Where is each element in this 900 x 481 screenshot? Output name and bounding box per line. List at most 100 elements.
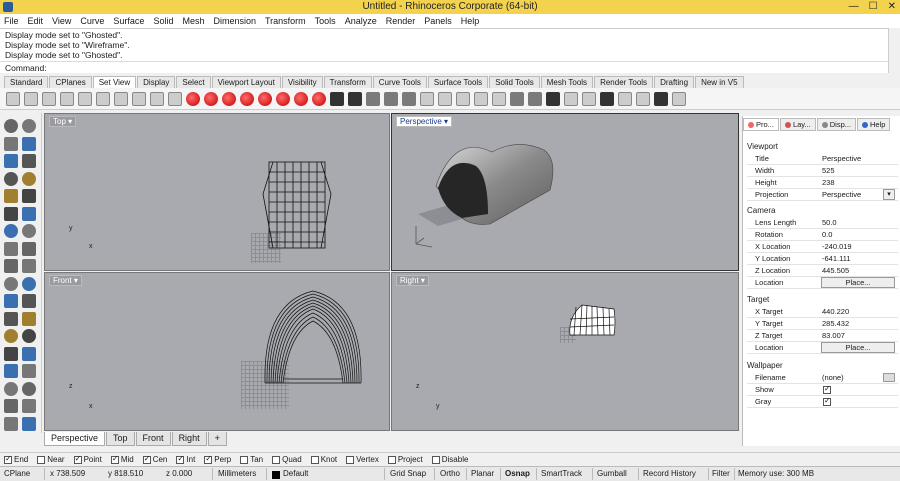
set-camera-icon[interactable]: [366, 91, 380, 106]
tab-standard[interactable]: Standard: [4, 76, 49, 88]
undo-view-icon[interactable]: [132, 91, 146, 106]
text-tool-icon[interactable]: [22, 399, 36, 413]
ellipse-tool-icon[interactable]: [4, 171, 18, 186]
tab-help[interactable]: Help: [857, 118, 891, 131]
fly-icon[interactable]: [672, 91, 686, 106]
tab-cplanes[interactable]: CPlanes: [49, 76, 92, 88]
redo-view-icon[interactable]: [150, 91, 164, 106]
add-viewport-tab-icon[interactable]: +: [207, 432, 227, 446]
offset-tool-icon[interactable]: [22, 206, 36, 221]
transform-tool-icon[interactable]: [4, 294, 18, 308]
camera-icon[interactable]: [348, 91, 362, 106]
viewport-properties-icon[interactable]: [438, 91, 452, 106]
lens-length-icon[interactable]: [636, 91, 650, 106]
tab-layers[interactable]: Lay...: [779, 118, 816, 131]
flyby-icon[interactable]: [582, 91, 596, 106]
target-icon[interactable]: [474, 91, 488, 106]
osnap-end[interactable]: End: [4, 454, 28, 464]
split-tool-icon[interactable]: [4, 381, 18, 396]
wallpaper-browse-button[interactable]: [883, 373, 895, 382]
tab-surface-tools[interactable]: Surface Tools: [427, 76, 489, 88]
osnap-tan[interactable]: Tan: [240, 455, 263, 464]
vp-tab-perspective[interactable]: Perspective: [44, 432, 106, 446]
front-view-icon[interactable]: [276, 91, 290, 106]
tab-properties[interactable]: Pro...: [743, 118, 779, 131]
group-tool-icon[interactable]: [22, 381, 36, 396]
array-tool-icon[interactable]: [4, 346, 18, 361]
extrude-tool-icon[interactable]: [4, 241, 18, 256]
right-view-icon[interactable]: [258, 91, 272, 106]
join-tool-icon[interactable]: [22, 346, 36, 361]
back-view-icon[interactable]: [294, 91, 308, 106]
layer-color-swatch[interactable]: [272, 471, 280, 479]
maximize-button[interactable]: ☐: [869, 1, 878, 12]
rotate-view-icon[interactable]: [24, 91, 38, 106]
set-target-icon[interactable]: [384, 91, 398, 106]
swap-icon[interactable]: [600, 91, 614, 106]
polygon-tool-icon[interactable]: [4, 189, 18, 203]
osnap-perp[interactable]: Perp: [204, 454, 231, 464]
free-form-tool-icon[interactable]: [22, 189, 36, 203]
menu-panels[interactable]: Panels: [424, 16, 452, 26]
smarttrack-toggle[interactable]: SmartTrack: [541, 469, 582, 478]
tab-display[interactable]: Display: [137, 76, 176, 88]
perspective-view-icon[interactable]: [312, 91, 326, 106]
boolean-tool-icon[interactable]: [4, 276, 18, 291]
menu-transform[interactable]: Transform: [265, 16, 306, 26]
ortho-toggle[interactable]: Ortho: [440, 469, 460, 478]
osnap-quad[interactable]: Quad: [272, 455, 302, 464]
copy-tool-icon[interactable]: [4, 311, 18, 326]
zoom-selected-icon[interactable]: [78, 91, 92, 106]
menu-help[interactable]: Help: [461, 16, 480, 26]
revolve-tool-icon[interactable]: [4, 259, 18, 273]
layout-tool-icon[interactable]: [22, 416, 36, 431]
loft-tool-icon[interactable]: [22, 241, 36, 256]
tab-viewport-layout[interactable]: Viewport Layout: [211, 76, 281, 88]
command-scrollbar[interactable]: [888, 28, 900, 73]
menu-edit[interactable]: Edit: [28, 16, 44, 26]
parallel-view-icon[interactable]: [420, 91, 434, 106]
zoom-window-icon[interactable]: [42, 91, 56, 106]
vp-tab-right[interactable]: Right: [171, 432, 207, 446]
hatch-tool-icon[interactable]: [4, 416, 18, 431]
pan-icon[interactable]: [6, 91, 20, 106]
set-view-icon[interactable]: [492, 91, 506, 106]
top-viewport[interactable]: Top ▾ y x: [44, 113, 390, 271]
tab-transform[interactable]: Transform: [323, 76, 372, 88]
osnap-point[interactable]: Point: [73, 454, 102, 464]
tab-curve-tools[interactable]: Curve Tools: [372, 76, 427, 88]
curve-tool-icon[interactable]: [22, 136, 36, 151]
dolly-icon[interactable]: [510, 91, 524, 106]
menu-tools[interactable]: Tools: [315, 16, 336, 26]
walkabout-icon[interactable]: [564, 91, 578, 106]
wallpaper-show-checkbox[interactable]: [823, 384, 831, 394]
camera-place-button[interactable]: Place...: [821, 277, 895, 288]
tab-solid-tools[interactable]: Solid Tools: [489, 76, 540, 88]
left-view-icon[interactable]: [240, 91, 254, 106]
turntable-icon[interactable]: [528, 91, 542, 106]
scale-tool-icon[interactable]: [4, 329, 18, 343]
named-view-icon[interactable]: [186, 91, 200, 106]
tab-set-view[interactable]: Set View: [92, 76, 137, 88]
tab-select[interactable]: Select: [176, 76, 211, 88]
trim-tool-icon[interactable]: [22, 364, 36, 378]
osnap-project[interactable]: Project: [387, 455, 423, 464]
select-tool-icon[interactable]: [4, 119, 18, 133]
layer-status[interactable]: Default: [283, 469, 308, 478]
viewport-toggle-icon[interactable]: [618, 91, 632, 106]
osnap-knot[interactable]: Knot: [310, 455, 337, 464]
rotate-tool-icon[interactable]: [22, 311, 36, 326]
gumball-toggle[interactable]: Gumball: [597, 469, 627, 478]
zoom-in-icon[interactable]: [96, 91, 110, 106]
tab-render-tools[interactable]: Render Tools: [594, 76, 654, 88]
cplane-status[interactable]: CPlane: [4, 469, 30, 478]
tab-new-in-v5[interactable]: New in V5: [695, 76, 744, 88]
tab-drafting[interactable]: Drafting: [654, 76, 695, 88]
menu-file[interactable]: File: [4, 16, 19, 26]
planar-toggle[interactable]: Planar: [471, 469, 494, 478]
mirror-tool-icon[interactable]: [22, 329, 36, 343]
osnap-toggle[interactable]: Osnap: [505, 469, 530, 478]
projection-dropdown-icon[interactable]: ▾: [883, 189, 895, 200]
right-viewport[interactable]: Right ▾ z y: [391, 272, 739, 431]
zoom-target-icon[interactable]: [168, 91, 182, 106]
